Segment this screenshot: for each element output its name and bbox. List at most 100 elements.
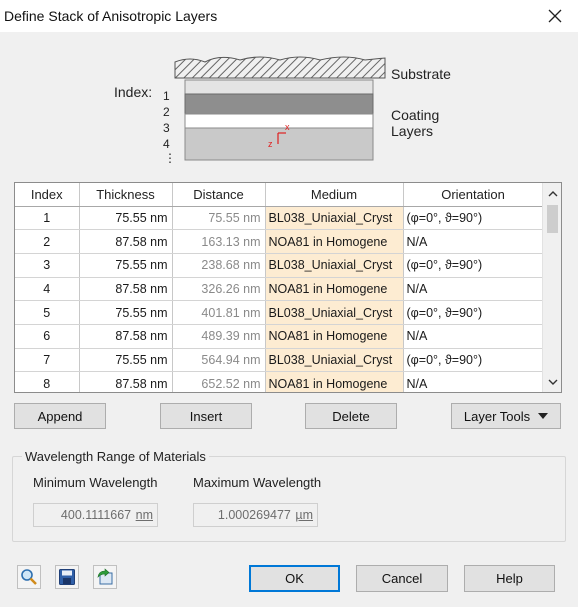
layers-grid: Index Thickness Distance Medium Orientat… (15, 183, 544, 392)
cell-index[interactable]: 6 (15, 324, 80, 349)
index-number: 1 (163, 89, 170, 103)
cell-distance: 163.13 nm (172, 229, 266, 254)
cell-thickness[interactable]: 75.55 nm (79, 253, 173, 278)
cell-orientation[interactable]: (φ=0°, ϑ=90°) (403, 253, 544, 278)
axis-z-label: z (268, 139, 273, 149)
column-header-orientation[interactable]: Orientation (403, 183, 544, 207)
layer-stack-diagram: Index: 1 2 3 4 ⋮ Substrate Coating Layer… (0, 32, 578, 172)
help-button[interactable]: Help (464, 565, 555, 592)
column-header-medium[interactable]: Medium (265, 183, 404, 207)
scroll-up-button[interactable] (543, 185, 561, 202)
cell-index[interactable]: 2 (15, 229, 80, 254)
cell-index[interactable]: 1 (15, 206, 80, 231)
wavelength-group (12, 456, 566, 542)
save-button[interactable] (55, 565, 79, 589)
cell-distance: 238.68 nm (172, 253, 266, 278)
cell-medium[interactable]: NOA81 in Homogene (265, 324, 404, 349)
chevron-down-icon (548, 379, 557, 385)
cell-medium[interactable]: BL038_Uniaxial_Cryst (265, 206, 404, 231)
cell-index[interactable]: 3 (15, 253, 80, 278)
insert-button[interactable]: Insert (160, 403, 252, 429)
cell-distance: 326.26 nm (172, 277, 266, 302)
ok-button[interactable]: OK (249, 565, 340, 592)
max-wavelength-value: 1.000269477 (217, 508, 291, 522)
title-bar: Define Stack of Anisotropic Layers (0, 0, 578, 32)
index-number: 4 (163, 137, 170, 151)
cell-thickness[interactable]: 87.58 nm (79, 324, 173, 349)
column-header-index[interactable]: Index (15, 183, 80, 207)
search-button[interactable] (17, 565, 41, 589)
layer-tools-label: Layer Tools (463, 408, 531, 424)
chevron-up-icon (548, 190, 557, 196)
table-row[interactable]: 3 75.55 nm 238.68 nm BL038_Uniaxial_Crys… (15, 253, 544, 278)
index-number: 3 (163, 121, 170, 135)
cell-orientation[interactable]: (φ=0°, ϑ=90°) (403, 300, 544, 325)
search-icon (21, 569, 37, 585)
axis-x-label: x (285, 122, 290, 132)
cell-thickness[interactable]: 87.58 nm (79, 371, 173, 392)
table-row[interactable]: 7 75.55 nm 564.94 nm BL038_Uniaxial_Crys… (15, 348, 544, 373)
cell-thickness[interactable]: 75.55 nm (79, 206, 173, 231)
table-row[interactable]: 1 75.55 nm 75.55 nm BL038_Uniaxial_Cryst… (15, 206, 544, 231)
cell-distance: 75.55 nm (172, 206, 266, 231)
cell-thickness[interactable]: 87.58 nm (79, 229, 173, 254)
index-label: Index: (114, 84, 153, 100)
cell-orientation[interactable]: (φ=0°, ϑ=90°) (403, 348, 544, 373)
close-button[interactable] (532, 0, 578, 32)
layers-label: Layers (391, 123, 434, 139)
max-wavelength-unit[interactable]: µm (295, 508, 313, 522)
scroll-thumb[interactable] (547, 205, 558, 233)
close-icon (548, 9, 562, 23)
cell-index[interactable]: 8 (15, 371, 80, 392)
cancel-button[interactable]: Cancel (356, 565, 448, 592)
scroll-down-button[interactable] (543, 373, 561, 390)
cell-orientation[interactable]: N/A (403, 371, 544, 392)
cell-medium[interactable]: BL038_Uniaxial_Cryst (265, 300, 404, 325)
export-button[interactable] (93, 565, 117, 589)
column-header-thickness[interactable]: Thickness (79, 183, 173, 207)
table-scrollbar[interactable] (542, 183, 561, 392)
cell-index[interactable]: 7 (15, 348, 80, 373)
table-row[interactable]: 5 75.55 nm 401.81 nm BL038_Uniaxial_Crys… (15, 300, 544, 325)
cell-distance: 652.52 nm (172, 371, 266, 392)
table-row[interactable]: 8 87.58 nm 652.52 nm NOA81 in Homogene N… (15, 371, 544, 392)
cell-thickness[interactable]: 75.55 nm (79, 300, 173, 325)
stack-illustration (174, 56, 386, 161)
max-wavelength-field: 1.000269477 µm (193, 503, 318, 527)
min-wavelength-field: 400.1111667 nm (33, 503, 158, 527)
max-wavelength-label: Maximum Wavelength (193, 475, 322, 490)
cell-orientation[interactable]: N/A (403, 277, 544, 302)
cell-index[interactable]: 5 (15, 300, 80, 325)
layer-tools-button[interactable]: Layer Tools (451, 403, 561, 429)
coating-label: Coating (391, 107, 440, 123)
min-wavelength-value: 400.1111667 (60, 508, 132, 522)
cell-orientation[interactable]: N/A (403, 229, 544, 254)
layers-table[interactable]: Index Thickness Distance Medium Orientat… (14, 182, 562, 393)
substrate-label: Substrate (391, 66, 451, 82)
cell-orientation[interactable]: N/A (403, 324, 544, 349)
append-button[interactable]: Append (14, 403, 106, 429)
table-row[interactable]: 2 87.58 nm 163.13 nm NOA81 in Homogene N… (15, 229, 544, 254)
cell-medium[interactable]: NOA81 in Homogene (265, 277, 404, 302)
export-icon (97, 568, 113, 585)
cell-thickness[interactable]: 75.55 nm (79, 348, 173, 373)
cell-medium[interactable]: BL038_Uniaxial_Cryst (265, 348, 404, 373)
index-number: 2 (163, 105, 170, 119)
wavelength-group-title: Wavelength Range of Materials (22, 449, 209, 464)
cell-distance: 489.39 nm (172, 324, 266, 349)
cell-index[interactable]: 4 (15, 277, 80, 302)
table-row[interactable]: 6 87.58 nm 489.39 nm NOA81 in Homogene N… (15, 324, 544, 349)
min-wavelength-label: Minimum Wavelength (33, 475, 158, 490)
cell-medium[interactable]: NOA81 in Homogene (265, 371, 404, 392)
cell-medium[interactable]: NOA81 in Homogene (265, 229, 404, 254)
cell-distance: 401.81 nm (172, 300, 266, 325)
cell-orientation[interactable]: (φ=0°, ϑ=90°) (403, 206, 544, 231)
dropdown-arrow-icon (538, 413, 549, 419)
min-wavelength-unit[interactable]: nm (136, 508, 153, 522)
table-row[interactable]: 4 87.58 nm 326.26 nm NOA81 in Homogene N… (15, 277, 544, 302)
column-header-distance[interactable]: Distance (172, 183, 266, 207)
save-icon (59, 569, 75, 585)
cell-medium[interactable]: BL038_Uniaxial_Cryst (265, 253, 404, 278)
cell-thickness[interactable]: 87.58 nm (79, 277, 173, 302)
delete-button[interactable]: Delete (305, 403, 397, 429)
